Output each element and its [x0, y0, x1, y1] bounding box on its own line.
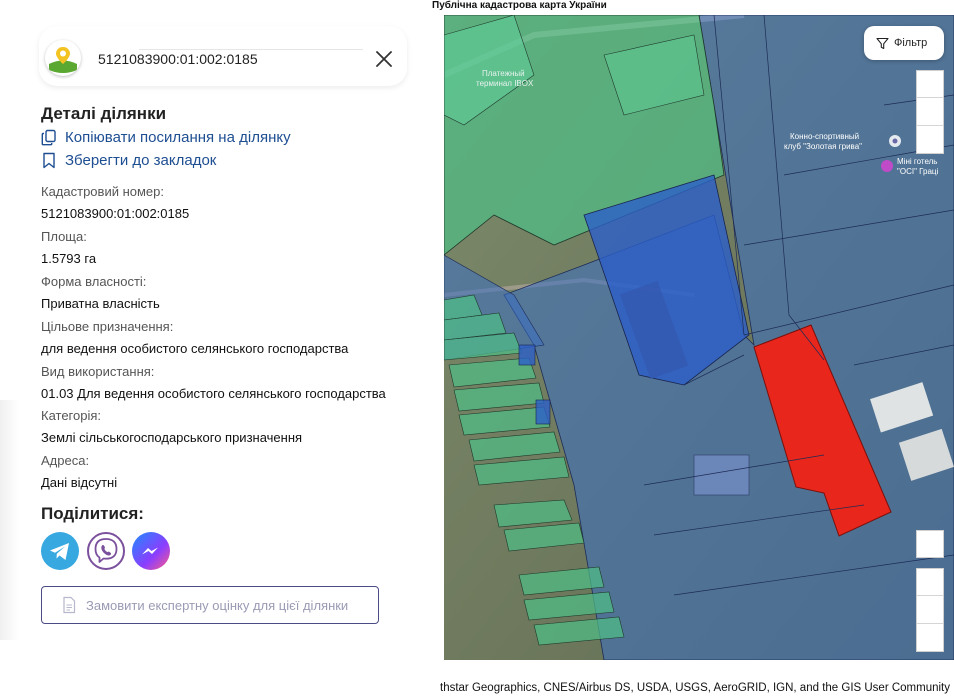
cadastral-number-value: 5121083900:01:002:0185	[41, 206, 190, 221]
copy-link-label: Копіювати посилання на ділянку	[65, 128, 291, 146]
parcel-details-title: Деталі ділянки	[41, 104, 167, 123]
filter-label: Фільтр	[894, 37, 928, 49]
map-attribution: thstar Geographics, CNES/Airbus DS, USDA…	[440, 682, 951, 694]
bookmark-button[interactable]: Зберегти до закладок	[41, 150, 216, 170]
cadastral-number-search-input[interactable]: 5121083900:01:002:0185	[98, 51, 258, 67]
blue-parcel[interactable]	[535, 399, 551, 425]
poi-pin-icon	[892, 138, 898, 144]
telegram-icon	[50, 543, 69, 560]
layer-control-button[interactable]	[917, 71, 943, 98]
map-tool-button[interactable]	[916, 530, 944, 558]
zoom-out-button[interactable]	[917, 596, 943, 624]
address-value: Дані відсутні	[41, 475, 118, 490]
copy-icon	[41, 129, 56, 145]
map-label-hotel: "ОСІ" Граці	[897, 167, 938, 176]
map-canvas[interactable]: Платежный терминал IBOX Конно-спортивный…	[444, 15, 954, 660]
map-label-horse-club: клуб "Золотая грива"	[784, 142, 862, 151]
map-label-terminal: Платежный	[482, 69, 525, 78]
address-label: Адреса:	[41, 453, 90, 468]
purpose-label: Цільове призначення:	[41, 319, 174, 334]
bookmark-icon	[43, 152, 55, 168]
close-icon[interactable]	[373, 48, 395, 70]
layer-control-button[interactable]	[917, 126, 943, 153]
map-layer-controls[interactable]	[916, 70, 944, 154]
blue-parcel[interactable]	[518, 344, 536, 366]
order-expert-valuation-label: Замовити експертну оцінку для цієї ділян…	[86, 597, 349, 613]
panel-edge-shadow	[0, 400, 19, 640]
copy-link-button[interactable]: Копіювати посилання на ділянку	[41, 127, 291, 147]
search-divider	[139, 49, 363, 50]
purpose-value: для ведення особистого селянського госпо…	[41, 341, 349, 356]
share-title: Поділитися:	[41, 504, 144, 523]
layer-control-button[interactable]	[917, 98, 943, 126]
document-icon	[63, 596, 76, 614]
area-value: 1.5793 га	[41, 251, 97, 266]
bookmark-label: Зберегти до закладок	[65, 151, 217, 169]
ownership-label: Форма власності:	[41, 274, 147, 289]
map-zoom-controls[interactable]	[916, 568, 944, 652]
map-label-terminal: терминал IBOX	[476, 79, 534, 88]
filter-button[interactable]: Фільтр	[864, 26, 944, 60]
zoom-in-button[interactable]	[917, 569, 943, 596]
cadastre-logo-icon	[45, 40, 81, 76]
parcel-details-panel: 5121083900:01:002:0185 Деталі ділянки Ко…	[19, 16, 423, 699]
locate-button[interactable]	[917, 624, 943, 651]
order-expert-valuation-button[interactable]: Замовити експертну оцінку для цієї ділян…	[41, 586, 379, 624]
cadastral-number-label: Кадастровий номер:	[41, 184, 164, 199]
app-title: Публічна кадастрова карта України	[432, 0, 607, 11]
messenger-icon	[142, 547, 158, 555]
search-bar: 5121083900:01:002:0185	[39, 26, 407, 86]
ownership-value: Приватна власність	[41, 296, 160, 311]
messenger-share-button[interactable]	[132, 532, 170, 570]
map-label-hotel: Міні готель	[897, 157, 937, 166]
map-label-horse-club: Конно-спортивный	[790, 132, 859, 141]
category-label: Категорія:	[41, 408, 102, 423]
hotel-pin-icon[interactable]	[881, 160, 893, 172]
telegram-share-button[interactable]	[41, 532, 79, 570]
usage-type-label: Вид використання:	[41, 364, 155, 379]
usage-type-value: 01.03 Для ведення особистого селянського…	[41, 386, 386, 401]
area-label: Площа:	[41, 229, 87, 244]
category-value: Землі сільськогосподарського призначення	[41, 430, 303, 445]
cadastral-map[interactable]: Платежный терминал IBOX Конно-спортивный…	[444, 15, 954, 660]
viber-share-button[interactable]	[87, 532, 125, 570]
viber-icon	[94, 538, 118, 563]
filter-icon	[876, 37, 889, 49]
